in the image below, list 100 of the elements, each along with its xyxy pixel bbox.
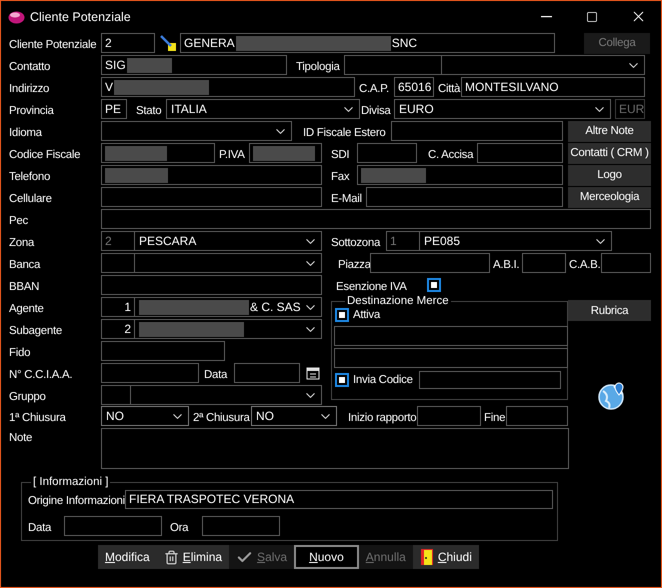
field-label: Subagente <box>9 324 63 337</box>
text-field[interactable] <box>370 253 490 273</box>
field-label: Tipologia <box>296 60 341 73</box>
field-label: Telefono <box>9 170 52 183</box>
door-icon <box>420 548 434 566</box>
text-field[interactable]: GENERA SNC <box>180 33 555 53</box>
field-label: Codice Fiscale <box>9 148 82 161</box>
text-field[interactable]: 65016 <box>394 77 434 97</box>
toolbar-button[interactable]: Modifica <box>98 545 157 569</box>
field-label: Fax <box>331 170 350 183</box>
text-field[interactable] <box>506 406 568 426</box>
text-field[interactable] <box>101 363 199 383</box>
field-label: Inizio rapporto <box>348 411 415 424</box>
window-title: Cliente Potenziale <box>30 10 132 24</box>
checkbox[interactable] <box>335 308 349 322</box>
text-field[interactable] <box>522 253 566 273</box>
field-label: Contatto <box>9 60 52 73</box>
dropdown-field[interactable]: 1 & C. SAS <box>101 297 322 317</box>
field-label: Note <box>9 431 34 444</box>
field-label: Cliente Potenziale <box>9 38 98 51</box>
text-field[interactable] <box>477 143 563 163</box>
checkbox[interactable] <box>335 372 349 386</box>
field-label: P.IVA <box>219 148 246 161</box>
text-field[interactable] <box>391 121 563 141</box>
trash-icon <box>164 550 179 564</box>
field-label: 1ª Chiusura <box>9 411 67 424</box>
text-field[interactable] <box>334 348 568 368</box>
dropdown-field[interactable]: 2 PESCARA <box>101 231 322 251</box>
text-field[interactable] <box>249 143 322 163</box>
text-field[interactable]: EUR <box>615 99 645 119</box>
text-field[interactable] <box>601 253 651 273</box>
text-field[interactable]: FIERA TRASPOTEC VERONA <box>125 490 553 508</box>
dropdown-field[interactable]: NO <box>101 406 189 426</box>
text-field[interactable] <box>334 326 568 346</box>
field-label: Idioma <box>9 126 43 139</box>
calendar-icon[interactable] <box>306 366 320 380</box>
text-field[interactable]: SIG <box>101 55 287 75</box>
checkbox-label: Attiva <box>353 309 380 321</box>
text-field[interactable] <box>64 516 162 536</box>
field-label: Provincia <box>9 104 55 117</box>
toolbar-button[interactable]: Nuovo <box>294 545 359 569</box>
text-field[interactable] <box>101 143 215 163</box>
text-field[interactable] <box>101 275 322 295</box>
side-button[interactable]: Rubrica <box>568 300 651 321</box>
text-field[interactable] <box>101 341 225 361</box>
field-label: E-Mail <box>331 192 363 205</box>
dropdown-field[interactable]: 1 PE085 <box>386 231 612 251</box>
text-field[interactable]: 2 <box>101 33 155 53</box>
side-button[interactable]: Logo <box>568 164 651 186</box>
dropdown-field[interactable]: ITALIA <box>166 99 360 119</box>
text-field[interactable] <box>234 363 300 383</box>
text-field[interactable]: V <box>101 77 355 97</box>
dropdown-field[interactable] <box>344 55 645 75</box>
side-button[interactable]: Contatti ( CRM ) <box>568 142 651 164</box>
field-label: SDI <box>331 148 350 161</box>
dropdown-field[interactable]: 2 <box>101 319 322 339</box>
side-button[interactable]: Merceologia <box>568 186 651 208</box>
text-field[interactable] <box>101 187 322 207</box>
text-field[interactable] <box>366 187 563 207</box>
checkbox-label: Invia Codice <box>353 374 413 386</box>
dropdown-field[interactable] <box>101 253 322 273</box>
text-field[interactable] <box>101 209 651 229</box>
field-label: Città <box>438 82 460 95</box>
minimize-icon <box>540 16 552 18</box>
text-field[interactable]: PE <box>101 99 127 119</box>
field-label: Fido <box>9 346 32 359</box>
app-logo-icon <box>8 10 25 24</box>
field-label: Pec <box>9 214 29 227</box>
field-label: Zona <box>9 236 36 249</box>
text-field[interactable]: MONTESILVANO <box>461 77 645 97</box>
text-field[interactable] <box>418 370 561 388</box>
field-label: Banca <box>9 258 42 271</box>
field-label: Divisa <box>361 104 392 117</box>
field-label: Data <box>204 368 228 381</box>
text-field[interactable] <box>357 165 563 185</box>
field-label: BBAN <box>9 280 40 293</box>
field-label: Esenzione IVA <box>336 280 408 293</box>
text-field[interactable] <box>417 406 481 426</box>
dropdown-field[interactable]: EURO <box>394 99 611 119</box>
field-label: Indirizzo <box>9 82 50 95</box>
field-label: Gruppo <box>9 390 47 403</box>
text-field[interactable] <box>357 143 417 163</box>
dropdown-field[interactable]: NO <box>251 406 337 426</box>
toolbar-button[interactable]: Elimina <box>156 545 230 569</box>
dropdown-field[interactable] <box>101 121 292 141</box>
field-label: A.B.I. <box>493 258 520 271</box>
field-label: Fine <box>484 411 504 424</box>
field-label: ID Fiscale Estero <box>303 126 386 139</box>
field-label: 2ª Chiusura <box>193 411 249 424</box>
field-label: Data <box>28 521 52 534</box>
field-label: Ora <box>170 521 190 534</box>
wand-icon[interactable] <box>159 34 177 52</box>
dropdown-field[interactable] <box>101 385 322 405</box>
text-field[interactable] <box>101 165 322 185</box>
toolbar-button[interactable]: Chiudi <box>412 545 479 569</box>
notes-field[interactable] <box>101 428 569 469</box>
text-field[interactable] <box>202 516 280 536</box>
field-label: Agente <box>9 302 45 315</box>
checkbox[interactable] <box>427 278 441 292</box>
side-button[interactable]: Altre Note <box>568 120 651 142</box>
